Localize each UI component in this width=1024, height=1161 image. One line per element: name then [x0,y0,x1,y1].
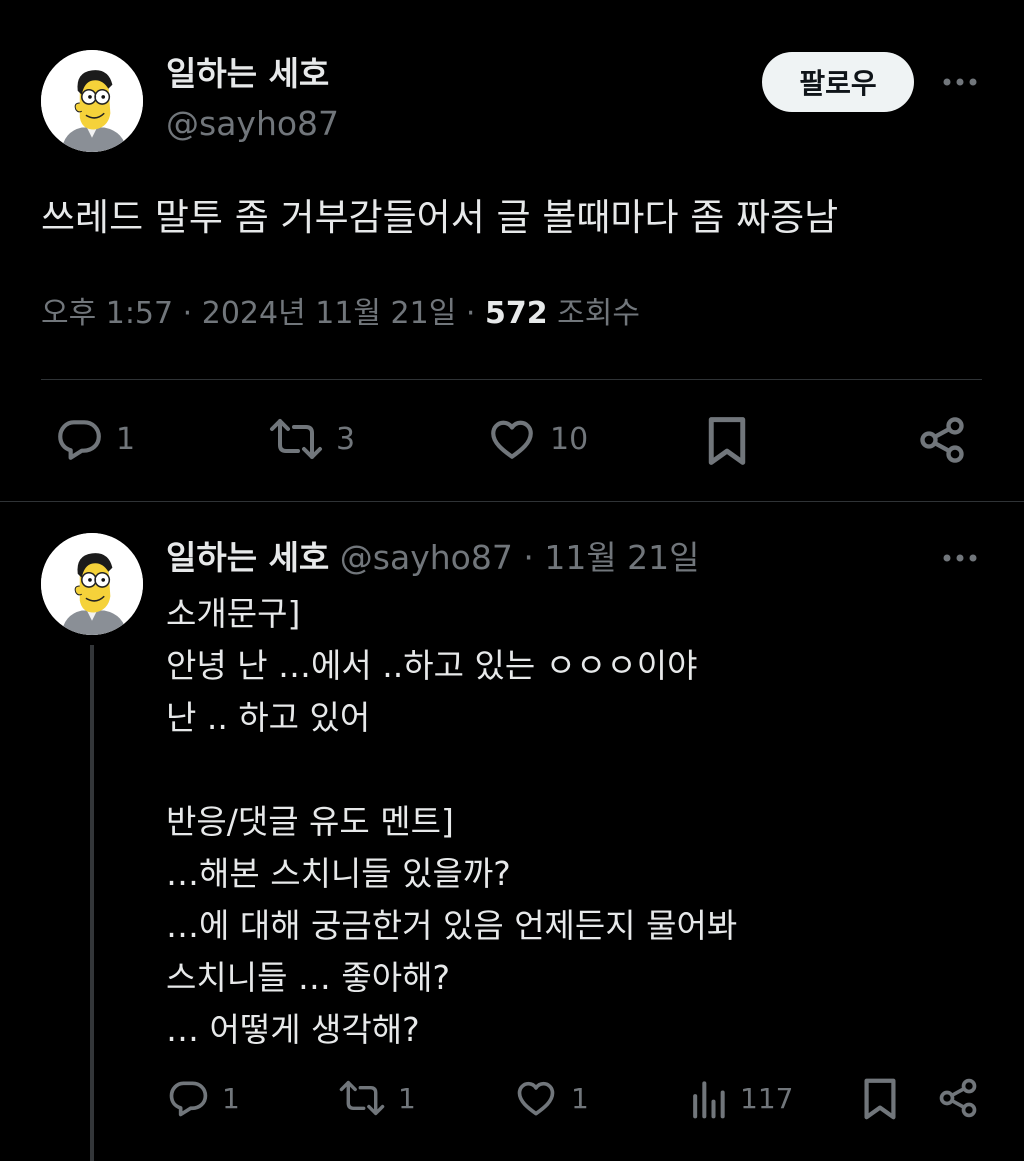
like-button[interactable]: 1 [513,1076,589,1120]
meta-separator: · [182,296,193,331]
reply-action-bar: 1 1 1 117 [0,1076,1024,1126]
share-button[interactable] [916,414,968,466]
heart-icon [513,1076,559,1120]
reply-author-name[interactable]: 일하는 세호 [166,538,329,577]
views-icon [688,1076,728,1120]
share-button[interactable] [936,1076,980,1120]
views-count: 572 [484,296,548,331]
avatar-cartoon-image [41,50,143,152]
author-name[interactable]: 일하는 세호 [166,50,329,98]
bookmark-button[interactable] [704,414,750,468]
tweet-date[interactable]: 2024년 11월 21일 [202,296,457,331]
reply-text-line [166,744,737,796]
reply-count: 1 [222,1081,240,1115]
reply-text-line: 스치니들 … 좋아해? [166,958,451,997]
bookmark-icon [860,1076,900,1122]
avatar-cartoon-image [41,533,143,635]
meta-separator: · [523,538,534,577]
bookmark-icon [704,414,750,468]
views-count: 117 [740,1081,794,1115]
views-label: 조회수 [557,296,640,331]
reply-text-line: …에 대해 궁금한거 있음 언제든지 물어봐 [166,906,738,945]
tweet-action-bar: 1 3 10 [0,414,1024,470]
views-button[interactable]: 117 [688,1076,793,1120]
like-count: 10 [550,421,589,457]
retweet-count: 3 [336,421,356,457]
reply-author-avatar[interactable] [41,533,143,635]
bookmark-button[interactable] [860,1076,900,1122]
tweet-meta: 오후 1:57 · 2024년 11월 21일 · 572 조회수 [41,292,640,336]
more-icon[interactable] [938,536,982,580]
divider [41,379,982,380]
tweet-time[interactable]: 오후 1:57 [41,296,173,331]
reply-text-line: …해본 스치니들 있을까? [166,854,511,893]
retweet-icon [268,414,324,464]
author-avatar[interactable] [41,50,143,152]
share-icon [916,414,968,466]
retweet-icon [338,1076,386,1120]
retweet-count: 1 [398,1081,416,1115]
retweet-button[interactable]: 1 [338,1076,416,1120]
reply-date[interactable]: 11월 21일 [544,538,699,577]
divider [0,501,1024,502]
reply-text-line: 반응/댓글 유도 멘트] [166,802,454,841]
reply-icon [166,1076,210,1120]
reply-text-line: 안녕 난 …에서 ..하고 있는 ㅇㅇㅇ이야 [166,646,698,685]
reply-button[interactable]: 1 [54,414,135,464]
tweet-text: 쓰레드 말투 좀 거부감들어서 글 볼때마다 좀 짜증남 [41,196,839,239]
retweet-button[interactable]: 3 [268,414,355,464]
reply-text-line: … 어떻게 생각해? [166,1010,420,1049]
reply-author-handle[interactable]: @sayho87 [340,538,513,577]
reply-text: 소개문구] 안녕 난 …에서 ..하고 있는 ㅇㅇㅇ이야 난 .. 하고 있어 … [166,588,737,1056]
reply-text-line: 난 .. 하고 있어 [166,698,371,737]
like-count: 1 [571,1081,589,1115]
tweet-detail-page: 일하는 세호 @sayho87 팔로우 쓰레드 말투 좀 거부감들어서 글 볼때… [0,0,1024,1161]
reply-count: 1 [116,421,136,457]
follow-button[interactable]: 팔로우 [762,52,914,112]
reply-button[interactable]: 1 [166,1076,240,1120]
author-handle[interactable]: @sayho87 [166,102,339,146]
reply-icon [54,414,104,464]
reply-text-line: 소개문구] [166,594,301,633]
more-icon[interactable] [938,60,982,104]
like-button[interactable]: 10 [486,414,588,464]
reply-header: 일하는 세호 @sayho87 · 11월 21일 [166,534,700,582]
heart-icon [486,414,538,464]
share-icon [936,1076,980,1120]
meta-separator: · [465,296,476,331]
